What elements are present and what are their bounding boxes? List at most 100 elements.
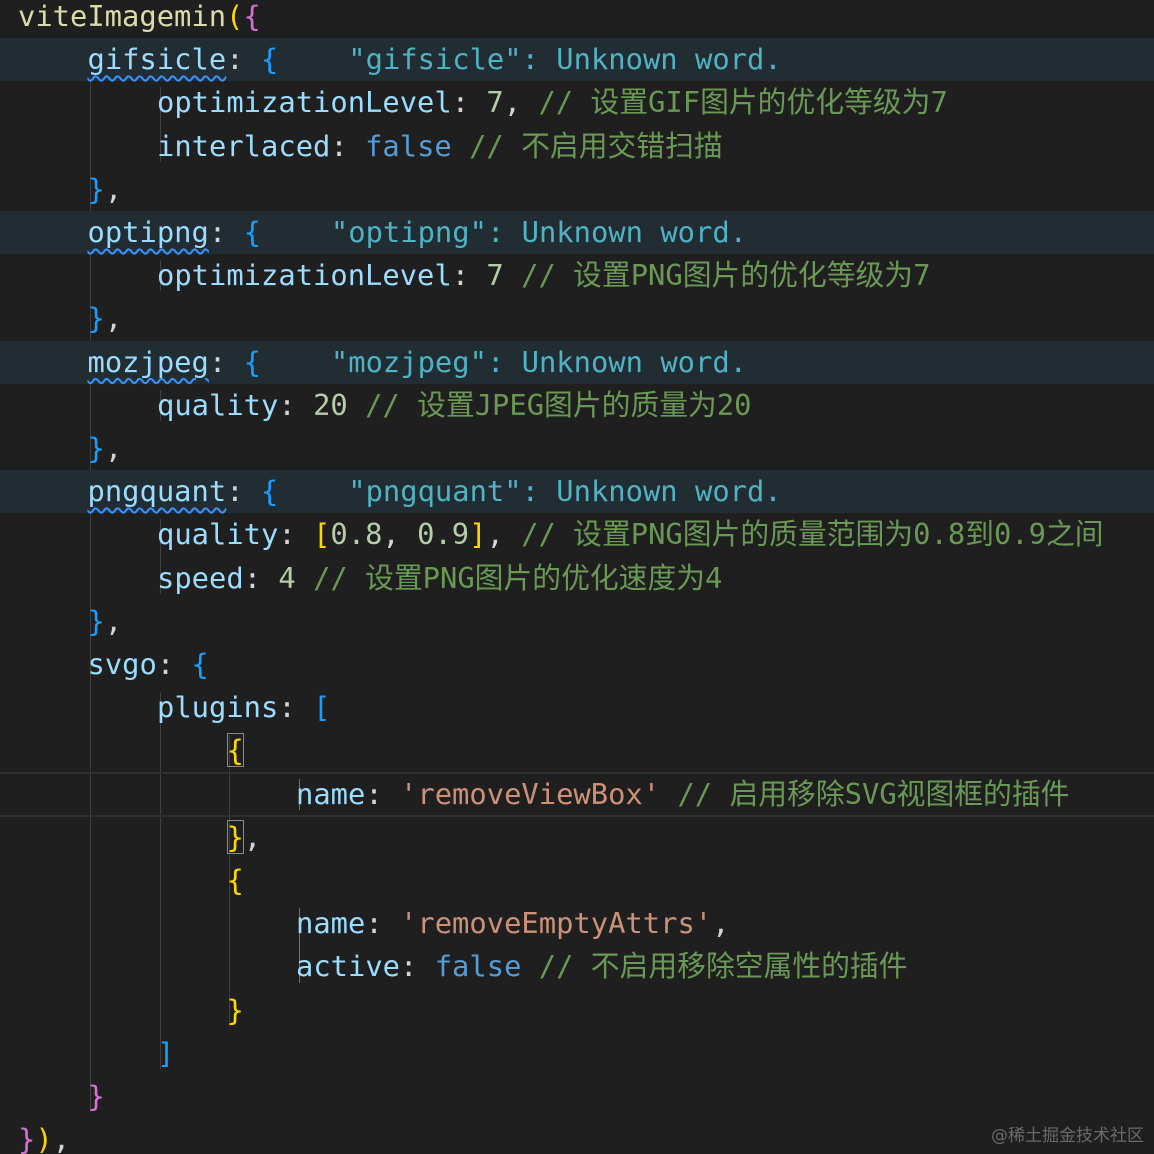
code-token: }: [226, 819, 244, 854]
code-line[interactable]: quality: [0.8, 0.9], // 设置PNG图片的质量范围为0.8…: [0, 513, 1154, 556]
code-line[interactable]: },: [0, 816, 1154, 859]
code-token: {: [226, 733, 244, 768]
code-content: ]: [157, 1032, 174, 1075]
code-content: optimizationLevel: 7 // 设置PNG图片的优化等级为7: [157, 254, 930, 297]
code-comment: // 启用移除SVG视图框的插件: [677, 776, 1070, 811]
code-line[interactable]: mozjpeg: {"mozjpeg": Unknown word.: [0, 340, 1154, 384]
code-content: },: [88, 168, 123, 211]
inline-diagnostic: "optipng": Unknown word.: [330, 215, 747, 249]
code-line[interactable]: {: [0, 859, 1154, 902]
code-token: {: [226, 863, 244, 897]
code-token: ,: [104, 603, 123, 638]
code-content: viteImagemin({: [18, 0, 261, 38]
code-token: :: [400, 949, 435, 984]
code-line[interactable]: },: [0, 297, 1154, 340]
code-token: interlaced: [157, 128, 331, 163]
code-token: 0.8: [330, 517, 383, 552]
code-token: :: [208, 344, 244, 379]
code-content: name: 'removeViewBox' // 启用移除SVG视图框的插件: [296, 773, 1069, 816]
code-token: :: [208, 215, 244, 249]
code-token: :: [243, 560, 279, 595]
code-token: plugins: [157, 690, 279, 725]
code-line[interactable]: }: [0, 989, 1154, 1032]
code-token: 'removeEmptyAttrs': [400, 906, 713, 941]
code-token: {: [260, 474, 279, 509]
code-token: svgo: [87, 647, 157, 681]
code-token: {: [243, 215, 261, 249]
code-line[interactable]: gifsicle: {"gifsicle": Unknown word.: [0, 38, 1154, 82]
code-token: 'removeViewBox': [400, 776, 661, 811]
code-token: {: [243, 0, 261, 33]
code-token: ,: [712, 906, 730, 941]
code-line[interactable]: speed: 4 // 设置PNG图片的优化速度为4: [0, 557, 1154, 600]
code-line[interactable]: }: [0, 1075, 1154, 1118]
code-token: 0.9: [417, 517, 470, 552]
code-token: }: [87, 431, 105, 465]
code-token: optimizationLevel: [157, 85, 452, 120]
code-line[interactable]: quality: 20 // 设置JPEG图片的质量为20: [0, 384, 1154, 427]
code-line[interactable]: interlaced: false // 不启用交错扫描: [0, 125, 1154, 168]
code-comment: // 不启用移除空属性的插件: [538, 949, 908, 984]
code-token: :: [226, 474, 261, 509]
code-token: ]: [157, 1035, 175, 1070]
code-editor[interactable]: viteImagemin({gifsicle: {"gifsicle": Unk…: [0, 0, 1154, 1154]
code-token: 7: [486, 85, 504, 120]
code-content: {: [227, 859, 244, 902]
code-token: ,: [52, 1122, 71, 1154]
inline-diagnostic: "pngquant": Unknown word.: [348, 474, 782, 509]
code-line[interactable]: svgo: {: [0, 643, 1154, 686]
code-token: ,: [104, 431, 123, 465]
code-content: pngquant: { "pngquant": Unknown word.: [88, 470, 782, 513]
code-token: }: [87, 171, 105, 206]
code-line[interactable]: name: 'removeEmptyAttrs',: [0, 902, 1154, 945]
code-token: optimizationLevel: [157, 258, 452, 293]
code-token: :: [330, 128, 366, 163]
code-line[interactable]: ]: [0, 1032, 1154, 1075]
code-token: ,: [104, 301, 123, 336]
code-line[interactable]: {: [0, 729, 1154, 772]
code-content: },: [88, 427, 123, 470]
code-content: }),: [18, 1118, 70, 1154]
code-content: optimizationLevel: 7, // 设置GIF图片的优化等级为7: [157, 81, 948, 124]
code-content: optipng: { "optipng": Unknown word.: [88, 211, 748, 254]
code-token: [: [313, 517, 331, 552]
code-content: },: [226, 816, 262, 859]
code-token: {: [191, 647, 209, 681]
code-token: ,: [243, 819, 262, 854]
code-line[interactable]: },: [0, 168, 1154, 211]
code-line[interactable]: optimizationLevel: 7 // 设置PNG图片的优化等级为7: [0, 254, 1154, 297]
code-line[interactable]: optipng: { "optipng": Unknown word.: [0, 211, 1154, 255]
code-line[interactable]: },: [0, 600, 1154, 643]
code-token: ): [35, 1122, 53, 1154]
code-token: :: [278, 690, 314, 725]
code-token: 20: [313, 387, 348, 422]
code-token: name: [296, 906, 366, 941]
code-token: {: [260, 42, 279, 77]
code-line[interactable]: active: false // 不启用移除空属性的插件: [0, 945, 1154, 988]
watermark: @稀土掘金技术社区: [991, 1126, 1144, 1146]
code-line[interactable]: pngquant: { "pngquant": Unknown word.: [0, 470, 1154, 514]
code-token: active: [296, 949, 401, 984]
code-token: optipng: [87, 215, 209, 249]
code-token: quality: [157, 387, 279, 422]
code-line[interactable]: optimizationLevel: 7, // 设置GIF图片的优化等级为7: [0, 81, 1154, 124]
code-line[interactable]: viteImagemin({: [0, 0, 1154, 38]
code-line[interactable]: plugins: [: [0, 686, 1154, 729]
code-token: false: [434, 949, 522, 984]
code-comment: // 设置PNG图片的质量范围为0.8到0.9之间: [521, 517, 1104, 552]
code-token: }: [226, 992, 244, 1027]
code-token: name: [296, 776, 366, 811]
code-token: quality: [157, 517, 279, 552]
code-comment: // 设置GIF图片的优化等级为7: [538, 85, 948, 120]
code-token: ,: [503, 85, 539, 120]
code-token: pngquant: [87, 474, 227, 509]
code-line[interactable]: name: 'removeViewBox' // 启用移除SVG视图框的插件: [0, 773, 1154, 816]
code-line[interactable]: }),: [0, 1118, 1154, 1154]
code-line[interactable]: },: [0, 427, 1154, 470]
code-comment: // 设置JPEG图片的质量为20: [365, 387, 752, 422]
